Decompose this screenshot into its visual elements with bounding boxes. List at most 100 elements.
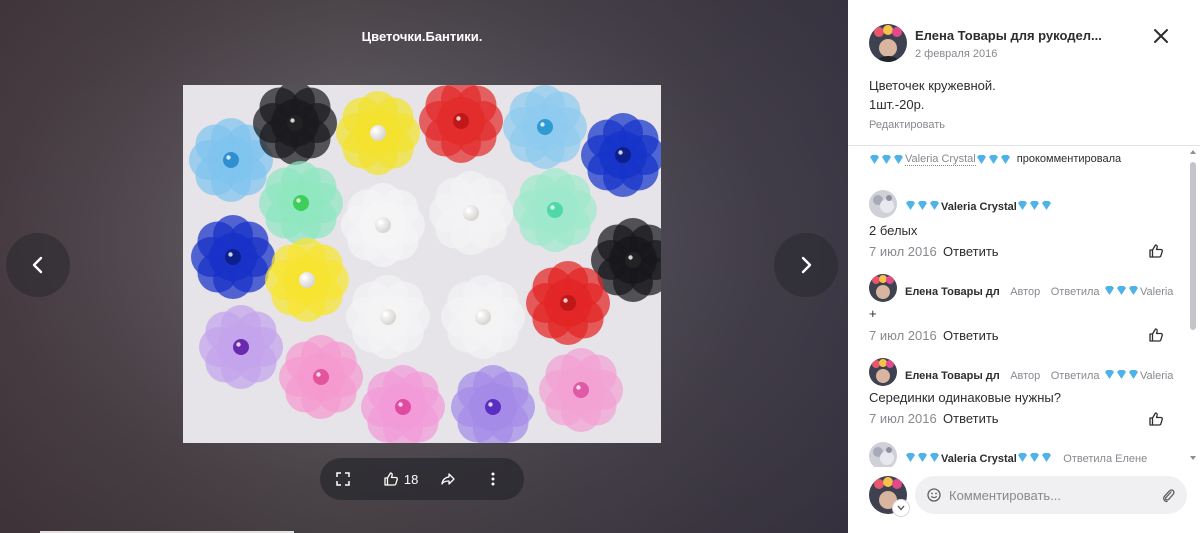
comment-author-name[interactable]: Елена Товары дл xyxy=(905,370,1000,382)
post-date: 2 февраля 2016 xyxy=(915,48,998,60)
scrollbar-thumb[interactable] xyxy=(1190,162,1196,330)
reply-target[interactable]: Valeria xyxy=(1140,370,1173,382)
like-button[interactable]: 18 xyxy=(383,471,440,487)
share-button[interactable] xyxy=(440,471,479,487)
gem-icon xyxy=(1017,201,1051,211)
reply-target[interactable]: Valeria xyxy=(1140,286,1173,298)
gem-icons xyxy=(1104,285,1140,296)
chevron-left-icon xyxy=(32,256,43,274)
author-badge: Автор xyxy=(1010,286,1041,298)
gem-icon xyxy=(906,201,939,211)
flower xyxy=(279,335,363,419)
gem-icon xyxy=(1017,453,1051,463)
gem-icon xyxy=(870,154,903,164)
comment-author: Valeria Crystal Ответила Елене xyxy=(905,449,1147,467)
comment-date: 7 июл 2016 xyxy=(869,244,937,259)
photo-image xyxy=(183,85,661,443)
avatar-image xyxy=(869,358,897,386)
like-icon[interactable] xyxy=(1148,243,1164,259)
paperclip-icon[interactable] xyxy=(1161,487,1175,503)
reply-button[interactable]: Ответить xyxy=(943,328,999,343)
photo-toolbar: 18 xyxy=(320,458,524,500)
photo[interactable] xyxy=(183,85,661,443)
like-icon[interactable] xyxy=(1148,411,1164,427)
gem-icon xyxy=(906,453,939,463)
flower xyxy=(191,215,275,299)
flower xyxy=(429,171,513,255)
gem-icons xyxy=(905,452,941,463)
comment-summary: Valeria Crystal прокомментировала xyxy=(869,153,1122,166)
gem-icons xyxy=(976,154,1012,165)
flower xyxy=(336,91,420,175)
comment-author-name[interactable]: Valeria Crystal xyxy=(941,453,1017,465)
avatar-image xyxy=(869,190,897,218)
comment-text: Серединки одинаковые нужны? xyxy=(869,390,1062,405)
scroll-down-icon[interactable] xyxy=(1188,454,1198,462)
flower xyxy=(513,168,597,252)
more-icon xyxy=(491,472,495,486)
post-description: Цветочек кружевной. 1шт.-20р. xyxy=(869,76,996,114)
more-button[interactable] xyxy=(479,472,508,486)
comment-author: Елена Товары дл Автор Ответила Valeria xyxy=(905,282,1185,300)
comment-author-name: Valeria Crystal xyxy=(941,201,1017,213)
flower xyxy=(341,183,425,267)
flower xyxy=(503,85,587,169)
share-icon xyxy=(440,473,455,485)
commenter-avatar[interactable] xyxy=(869,358,897,386)
description-line: Цветочек кружевной. xyxy=(869,78,996,93)
reply-button[interactable]: Ответить xyxy=(943,411,999,426)
gem-icon xyxy=(1105,370,1138,380)
reply-to-label: Ответила xyxy=(1050,286,1100,298)
comment-input[interactable] xyxy=(949,487,1161,503)
comment-author-name[interactable]: Елена Товары дл xyxy=(905,286,1000,298)
prev-photo-button[interactable] xyxy=(6,233,70,297)
flower xyxy=(265,238,349,322)
flower xyxy=(346,275,430,359)
close-button[interactable] xyxy=(1150,25,1172,47)
close-icon xyxy=(1154,29,1168,43)
edit-link[interactable]: Редактировать xyxy=(869,119,945,131)
account-switch-button[interactable] xyxy=(892,499,910,517)
commenter-avatar[interactable] xyxy=(869,274,897,302)
next-photo-button[interactable] xyxy=(774,233,838,297)
gem-icons xyxy=(905,200,941,211)
commenter-avatar[interactable] xyxy=(869,442,897,467)
gem-icons xyxy=(1017,200,1053,211)
avatar-image xyxy=(869,24,907,62)
scroll-up-icon[interactable] xyxy=(1188,148,1198,156)
reply-to-label: Ответила Елене xyxy=(1063,453,1148,465)
gem-icons xyxy=(1017,452,1053,463)
smile-icon[interactable] xyxy=(927,488,941,502)
author-name[interactable]: Елена Товары для рукодел... xyxy=(915,28,1102,43)
like-icon[interactable] xyxy=(1148,327,1164,343)
author-avatar[interactable] xyxy=(869,24,907,62)
flower xyxy=(259,161,343,245)
reply-to-label: Ответила xyxy=(1050,370,1100,382)
flower xyxy=(539,348,623,432)
comment-composer xyxy=(915,476,1187,514)
comment-author[interactable]: Valeria Crystal xyxy=(905,197,1053,215)
like-icon xyxy=(384,472,398,486)
comment-summary-action: прокомментировала xyxy=(1016,153,1122,165)
flower xyxy=(441,275,525,359)
comment-text: + xyxy=(869,306,877,321)
avatar-image xyxy=(869,274,897,302)
reply-button[interactable]: Ответить xyxy=(943,244,999,259)
likes-count: 18 xyxy=(403,471,419,487)
comment-author: Елена Товары дл Автор Ответила Valeria xyxy=(905,366,1185,384)
comment-date: 7 июл 2016 xyxy=(869,411,937,426)
gem-icons xyxy=(1104,369,1140,380)
description-line: 1шт.-20р. xyxy=(869,97,925,112)
commenter-avatar[interactable] xyxy=(869,190,897,218)
chevron-right-icon xyxy=(801,256,812,274)
comment-date: 7 июл 2016 xyxy=(869,328,937,343)
fullscreen-button[interactable] xyxy=(336,472,383,486)
comment-summary-name[interactable]: Valeria Crystal xyxy=(905,153,976,166)
gem-icons xyxy=(869,154,905,165)
flower xyxy=(199,305,283,389)
side-panel: Елена Товары для рукодел... 2 февраля 20… xyxy=(848,0,1200,533)
comments-scrollbar[interactable] xyxy=(1188,148,1198,466)
chevron-down-icon xyxy=(897,505,905,511)
gem-icon xyxy=(1105,286,1138,296)
album-title: Цветочки.Бантики. xyxy=(361,29,483,44)
